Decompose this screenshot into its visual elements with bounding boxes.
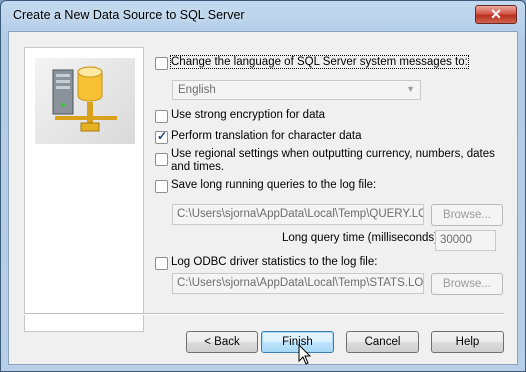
close-button[interactable]: ✕ bbox=[475, 5, 517, 24]
perform-translation-checkbox[interactable]: ✓ bbox=[155, 129, 168, 144]
log-odbc-stats-label[interactable]: Log ODBC driver statistics to the log fi… bbox=[171, 256, 377, 268]
long-query-time-label: Long query time (milliseconds): bbox=[282, 232, 442, 244]
help-button[interactable]: Help bbox=[431, 331, 504, 353]
chevron-down-icon: ▼ bbox=[406, 84, 415, 94]
dialog-client-area: Change the language of SQL Server system… bbox=[8, 31, 518, 365]
back-button[interactable]: < Back bbox=[186, 331, 258, 353]
stats-log-path-field[interactable]: C:\Users\sjorna\AppData\Local\Temp\STATS… bbox=[172, 273, 424, 294]
close-icon: ✕ bbox=[490, 6, 502, 22]
strong-encryption-label[interactable]: Use strong encryption for data bbox=[171, 109, 325, 121]
regional-settings-label[interactable]: Use regional settings when outputting cu… bbox=[171, 148, 516, 174]
strong-encryption-checkbox[interactable] bbox=[155, 110, 168, 123]
wizard-side-panel bbox=[24, 47, 144, 332]
long-query-time-field[interactable]: 30000 bbox=[435, 230, 496, 251]
language-select-value: English bbox=[178, 84, 216, 96]
browse-stats-log-button[interactable]: Browse... bbox=[431, 273, 503, 295]
regional-settings-checkbox[interactable] bbox=[155, 153, 168, 166]
language-select[interactable]: English ▼ bbox=[172, 80, 421, 100]
save-long-queries-label[interactable]: Save long running queries to the log fil… bbox=[171, 179, 376, 191]
change-language-checkbox[interactable] bbox=[155, 57, 168, 70]
cancel-button[interactable]: Cancel bbox=[346, 331, 419, 353]
save-long-queries-checkbox[interactable] bbox=[155, 180, 168, 193]
change-language-label[interactable]: Change the language of SQL Server system… bbox=[170, 55, 469, 69]
window-title: Create a New Data Source to SQL Server bbox=[13, 8, 245, 22]
browse-query-log-button[interactable]: Browse... bbox=[431, 204, 503, 226]
perform-translation-label[interactable]: Perform translation for character data bbox=[171, 130, 361, 142]
data-source-server-icon bbox=[35, 58, 135, 144]
title-bar[interactable]: Create a New Data Source to SQL Server ✕ bbox=[1, 1, 525, 31]
log-odbc-stats-checkbox[interactable] bbox=[155, 257, 168, 270]
query-log-path-field[interactable]: C:\Users\sjorna\AppData\Local\Temp\QUERY… bbox=[172, 204, 424, 225]
check-icon: ✓ bbox=[157, 129, 168, 143]
dialog-window: Create a New Data Source to SQL Server ✕ bbox=[0, 0, 526, 372]
separator bbox=[24, 313, 504, 315]
mouse-pointer-icon bbox=[298, 344, 312, 365]
